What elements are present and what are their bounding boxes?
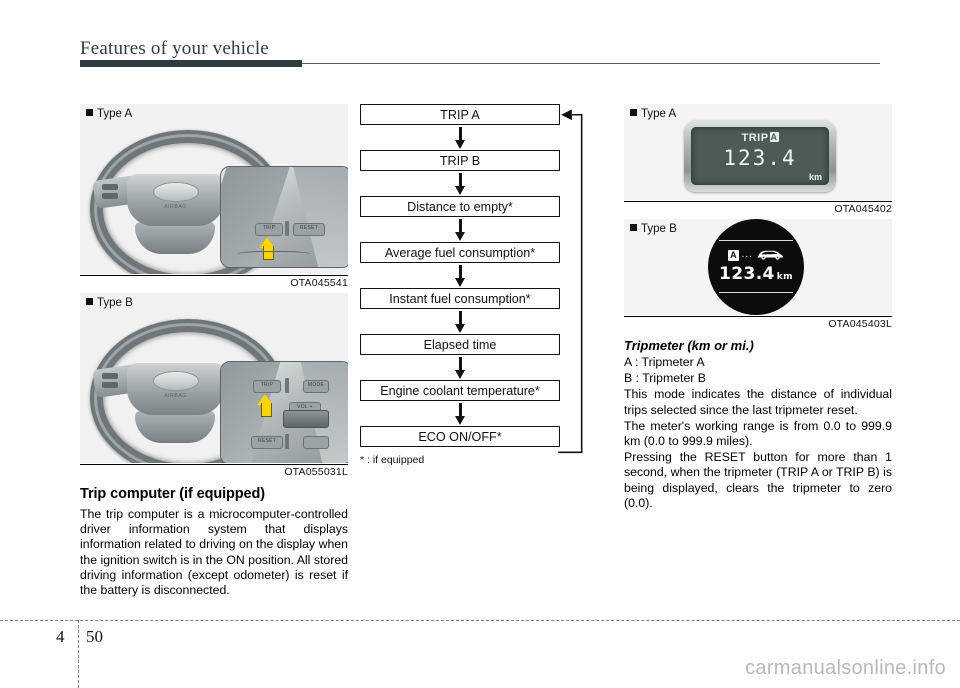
lcd-screen: TRIP A 123.4 km bbox=[691, 127, 829, 185]
subsection-title-tripmeter: Tripmeter (km or mi.) bbox=[624, 338, 754, 353]
trip-a-badge-icon: A bbox=[728, 250, 739, 261]
trip-button-callout[interactable]: TRIP bbox=[255, 223, 283, 236]
flow-step-elapsed-time[interactable]: Elapsed time bbox=[360, 334, 560, 355]
flow-arrow-6 bbox=[360, 355, 560, 380]
header-rule bbox=[80, 60, 880, 67]
page-header: Features of your vehicle bbox=[80, 38, 880, 67]
round-display-screen: A... 123.4 km bbox=[708, 219, 804, 315]
figure-label-type-a: Type A bbox=[86, 108, 132, 120]
steering-switch-callout-b: TRIP MODE VOL + RESET bbox=[220, 361, 348, 463]
footer-vertical-divider bbox=[78, 620, 79, 688]
figure-steering-wheel-type-a: Type A AIRBAG TRIP RESET OTA045541 bbox=[80, 104, 348, 289]
flow-arrow-1 bbox=[360, 125, 560, 150]
lcd-unit-label: km bbox=[808, 172, 822, 182]
reset-button-callout[interactable]: RESET bbox=[293, 223, 325, 236]
tripmeter-paragraph-1: This mode indicates the distance of indi… bbox=[624, 387, 892, 417]
left-switch-top bbox=[102, 184, 118, 190]
site-watermark: carmanualsonline.info bbox=[745, 657, 946, 679]
figure-cluster-type-b: Type B A... 123.4 km OTA045403L bbox=[624, 219, 892, 330]
square-bullet-icon bbox=[630, 224, 637, 231]
flow-arrow-7 bbox=[360, 401, 560, 426]
lcd-bezel: TRIP A 123.4 km bbox=[684, 120, 836, 192]
figure-caption-ota045541: OTA045541 bbox=[80, 275, 348, 289]
left-switch-top bbox=[102, 373, 118, 379]
mode-button-callout[interactable]: MODE bbox=[303, 380, 329, 393]
round-display-distance: 123.4 km bbox=[719, 264, 793, 284]
steering-wheel-type-a-image: Type A AIRBAG TRIP RESET bbox=[80, 104, 348, 274]
flow-footnote: * : if equipped bbox=[360, 454, 425, 466]
flow-arrow-2 bbox=[360, 171, 560, 196]
cluster-type-a-image: Type A TRIP A 123.4 km bbox=[624, 104, 892, 200]
section-title-trip-computer: Trip computer (if equipped) bbox=[80, 486, 265, 502]
round-display-mode-row: A... bbox=[708, 249, 804, 262]
airbag-label: AIRBAG bbox=[164, 393, 187, 399]
horn-oval bbox=[153, 371, 199, 391]
trip-computer-paragraph: The trip computer is a microcomputer-con… bbox=[80, 507, 348, 598]
figure-cluster-type-a: Type A TRIP A 123.4 km OTA045402 bbox=[624, 104, 892, 215]
tripmeter-paragraph-3: Pressing the RESET button for more than … bbox=[624, 450, 892, 510]
flow-arrow-5 bbox=[360, 309, 560, 334]
steering-wheel-bottom-spoke bbox=[135, 411, 215, 443]
dots-separator: ... bbox=[741, 249, 753, 260]
round-display-unit: km bbox=[776, 272, 793, 282]
steering-wheel-type-b-image: Type B AIRBAG TRIP MODE VOL + RESET bbox=[80, 293, 348, 463]
flow-step-trip-a[interactable]: TRIP A bbox=[360, 104, 560, 125]
figure-label-cluster-type-a: Type A bbox=[630, 108, 676, 120]
steering-wheel-hub: AIRBAG bbox=[127, 174, 224, 226]
middle-column: TRIP A TRIP B Distance to empty* Average… bbox=[360, 104, 592, 466]
flow-step-eco-on-off[interactable]: ECO ON/OFF* bbox=[360, 426, 560, 447]
flow-step-engine-coolant-temperature[interactable]: Engine coolant temperature* bbox=[360, 380, 560, 401]
flow-step-trip-b[interactable]: TRIP B bbox=[360, 150, 560, 171]
tripmeter-paragraph-2: The meter's working range is from 0.0 to… bbox=[624, 418, 892, 449]
trip-button-callout[interactable]: TRIP bbox=[253, 380, 281, 393]
car-side-icon bbox=[756, 250, 783, 260]
flow-step-instant-fuel-consumption[interactable]: Instant fuel consumption* bbox=[360, 288, 560, 309]
square-bullet-icon bbox=[630, 109, 637, 116]
steering-switch-callout-a: TRIP RESET bbox=[220, 166, 348, 268]
seek-button-callout[interactable] bbox=[303, 436, 329, 449]
display-divider-bottom bbox=[719, 291, 793, 293]
square-bullet-icon bbox=[86, 109, 93, 116]
lcd-mode-label: TRIP A bbox=[741, 132, 779, 144]
flow-arrow-3 bbox=[360, 217, 560, 242]
reset-button-callout[interactable]: RESET bbox=[251, 436, 283, 449]
left-switch-bottom bbox=[102, 382, 118, 388]
right-column: Type A TRIPA 123.4 km OTA045402 Type B bbox=[624, 104, 892, 512]
figure-label-cluster-type-b: Type B bbox=[630, 223, 677, 235]
page-number: 50 bbox=[86, 627, 103, 646]
chapter-number: 4 bbox=[56, 627, 65, 646]
figure-caption-ota045403l: OTA045403L bbox=[624, 316, 892, 330]
cluster-type-b-image: Type B A... 123.4 km bbox=[624, 219, 892, 315]
lcd-distance-value: 123.4 bbox=[723, 146, 797, 170]
display-divider-top bbox=[719, 240, 793, 242]
steering-wheel-hub: AIRBAG bbox=[127, 363, 224, 415]
horn-oval bbox=[153, 182, 199, 202]
figure-steering-wheel-type-b: Type B AIRBAG TRIP MODE VOL + RESET OTA0… bbox=[80, 293, 348, 478]
figure-caption-ota045402: OTA045402 bbox=[624, 201, 892, 215]
trip-computer-flow-diagram: TRIP A TRIP B Distance to empty* Average… bbox=[360, 104, 592, 466]
left-switch-bottom bbox=[102, 193, 118, 199]
trip-a-badge-icon: A bbox=[769, 132, 779, 142]
tripmeter-definition-a: A : Tripmeter A bbox=[624, 355, 705, 369]
flow-step-distance-to-empty[interactable]: Distance to empty* bbox=[360, 196, 560, 217]
figure-caption-ota055031l: OTA055031L bbox=[80, 464, 348, 478]
flow-step-average-fuel-consumption[interactable]: Average fuel consumption* bbox=[360, 242, 560, 263]
steering-wheel-bottom-spoke bbox=[135, 222, 215, 254]
airbag-label: AIRBAG bbox=[164, 204, 187, 210]
tripmeter-definition-b: B : Tripmeter B bbox=[624, 371, 707, 386]
flow-arrow-4 bbox=[360, 263, 560, 288]
figure-label-type-b: Type B bbox=[86, 297, 133, 309]
left-column: Type A AIRBAG TRIP RESET OTA045541 Type … bbox=[80, 104, 348, 599]
footer-divider bbox=[0, 620, 960, 621]
square-bullet-icon bbox=[86, 298, 93, 305]
